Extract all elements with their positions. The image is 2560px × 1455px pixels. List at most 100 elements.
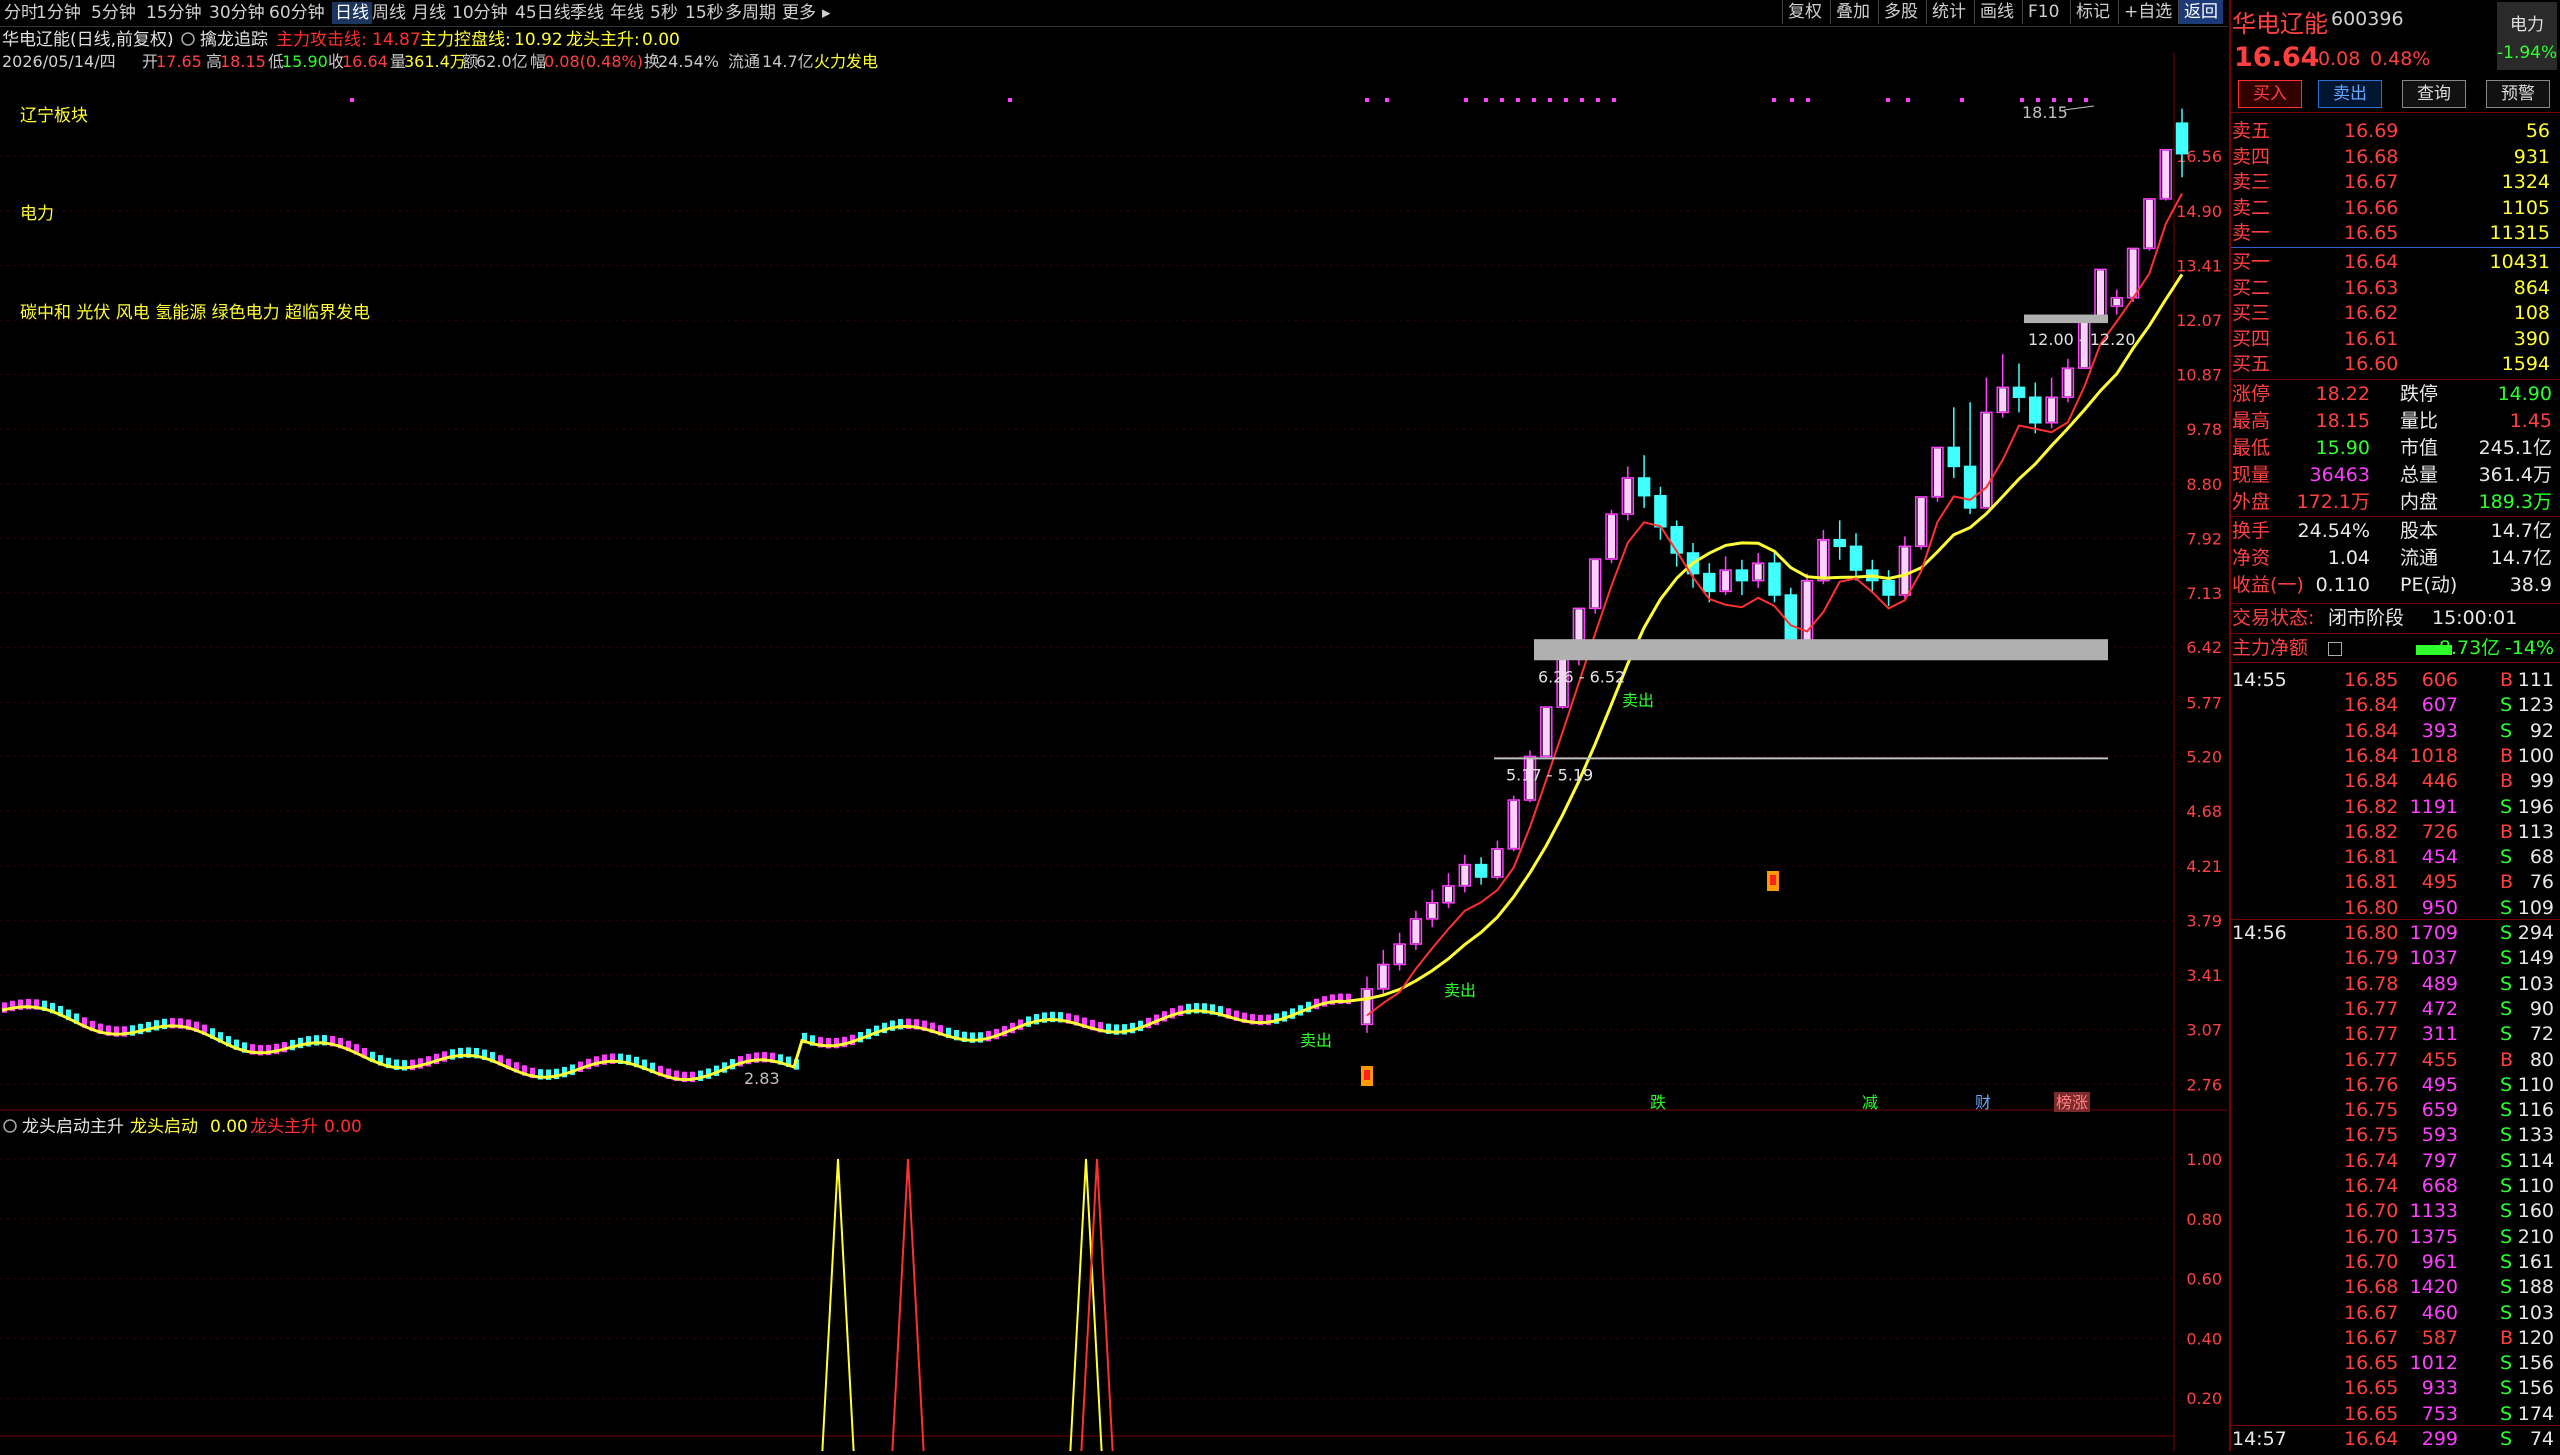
kline-chart-svg[interactable]: 华电辽能(日线,前复权) 擒龙追踪 主力攻击线: 14.87 主力控盘线: 10.92 龙头…	[0, 26, 2228, 1455]
toolbar-button-1[interactable]: 叠加	[1830, 0, 1875, 24]
period-tab-0[interactable]: 分时	[4, 2, 38, 24]
period-tab-15[interactable]: 多周期	[725, 2, 776, 24]
tick-row[interactable]: 16.76 495 S 110	[2232, 1073, 2556, 1098]
more-arrow-icon[interactable]: ▸	[822, 2, 831, 24]
toolbar-button-7[interactable]: +自选	[2118, 0, 2177, 24]
period-tab-1[interactable]: 1分钟	[36, 2, 81, 24]
tick-row[interactable]: 16.77 472 S 90	[2232, 997, 2556, 1022]
period-tab-14[interactable]: 15秒	[685, 2, 724, 24]
toolbar-button-5[interactable]: F10	[2022, 0, 2064, 24]
event-label: 财	[1975, 1093, 1991, 1112]
sell-button[interactable]: 卖出	[2318, 80, 2382, 108]
toolbar-button-3[interactable]: 统计	[1926, 0, 1971, 24]
period-tab-4[interactable]: 30分钟	[209, 2, 265, 24]
tick-row[interactable]: 16.78 489 S 103	[2232, 972, 2556, 997]
bid-row[interactable]: 买四 16.61 390	[2232, 327, 2556, 352]
stat-row[interactable]: 外盘 172.1万 内盘 189.3万	[2232, 490, 2556, 515]
net-flow-detail-icon[interactable]	[2328, 642, 2342, 656]
period-tab-8[interactable]: 月线	[412, 2, 446, 24]
tick-row[interactable]: 16.74 797 S 114	[2232, 1149, 2556, 1174]
trade-status-row[interactable]: 交易状态: 闭市阶段 15:00:01	[2232, 606, 2556, 631]
tick-row[interactable]: 16.81 495 B 76	[2232, 870, 2556, 895]
tick-volume: 797	[2421, 1149, 2458, 1172]
buy-button[interactable]: 买入	[2238, 80, 2302, 108]
period-tab-7[interactable]: 周线	[372, 2, 406, 24]
tick-row[interactable]: 16.80 950 S 109	[2232, 896, 2556, 921]
ask-row[interactable]: 卖四 16.68 931	[2232, 145, 2556, 170]
period-tab-2[interactable]: 5分钟	[91, 2, 136, 24]
tick-row[interactable]: 16.68 1420 S 188	[2232, 1275, 2556, 1300]
fund-row[interactable]: 净资 1.04 流通 14.7亿	[2232, 546, 2556, 571]
indicator-gear-icon[interactable]	[3, 1119, 17, 1133]
ask-row[interactable]: 卖一 16.65 11315	[2232, 221, 2556, 246]
period-tab-3[interactable]: 15分钟	[146, 2, 202, 24]
stat-row[interactable]: 最低 15.90 市值 245.1亿	[2232, 436, 2556, 461]
tick-count: 114	[2517, 1149, 2554, 1172]
tick-row[interactable]: 16.70 1375 S 210	[2232, 1225, 2556, 1250]
period-tab-5[interactable]: 60分钟	[269, 2, 325, 24]
tick-row[interactable]: 16.82 726 B 113	[2232, 820, 2556, 845]
bid-row[interactable]: 买三 16.62 108	[2232, 301, 2556, 326]
tick-row[interactable]: 16.74 668 S 110	[2232, 1174, 2556, 1199]
bid-row[interactable]: 买一 16.64 10431	[2232, 250, 2556, 275]
current-price: 16.64	[2234, 42, 2320, 73]
tick-count: 76	[2529, 871, 2554, 894]
tick-row[interactable]: 16.77 311 S 72	[2232, 1022, 2556, 1047]
fund-row[interactable]: 收益(一) 0.110 PE(动) 38.9	[2232, 573, 2556, 598]
tick-row[interactable]: 16.75 593 S 133	[2232, 1123, 2556, 1148]
tick-row[interactable]: 16.77 455 B 80	[2232, 1048, 2556, 1073]
chart-area[interactable]: 华电辽能(日线,前复权) 擒龙追踪 主力攻击线: 14.87 主力控盘线: 10.92 龙头…	[0, 26, 2228, 1455]
query-button[interactable]: 查询	[2402, 80, 2466, 108]
tick-row[interactable]: 16.79 1037 S 149	[2232, 946, 2556, 971]
period-tab-6[interactable]: 日线	[332, 2, 372, 24]
candle-body	[1784, 594, 1798, 642]
period-tab-13[interactable]: 5秒	[650, 2, 678, 24]
tick-row[interactable]: 16.84 1018 B 100	[2232, 744, 2556, 769]
tick-row[interactable]: 16.65 1012 S 156	[2232, 1351, 2556, 1376]
settings-gear-icon[interactable]	[181, 32, 195, 46]
toolbar-button-0[interactable]: 复权	[1782, 0, 1827, 24]
tick-row[interactable]: 16.84 446 B 99	[2232, 769, 2556, 794]
tick-row[interactable]: 14:56 16.80 1709 S 294	[2232, 921, 2556, 946]
tick-row[interactable]: 16.65 933 S 156	[2232, 1376, 2556, 1401]
toolbar-button-6[interactable]: 标记	[2070, 0, 2115, 24]
tick-row[interactable]: 14:55 16.85 606 B 111	[2232, 668, 2556, 693]
tick-row[interactable]: 16.75 659 S 116	[2232, 1098, 2556, 1123]
ask-row[interactable]: 卖三 16.67 1324	[2232, 170, 2556, 195]
stat-row[interactable]: 最高 18.15 量比 1.45	[2232, 409, 2556, 434]
tick-row[interactable]: 16.82 1191 S 196	[2232, 795, 2556, 820]
bid-row[interactable]: 买二 16.63 864	[2232, 276, 2556, 301]
period-tab-10[interactable]: 45日线	[515, 2, 571, 24]
net-flow-row[interactable]: 主力净额 -8.73亿 -14%	[2232, 636, 2556, 661]
tick-row[interactable]: 16.67 587 B 120	[2232, 1326, 2556, 1351]
tick-side: S	[2500, 1352, 2513, 1375]
alert-button[interactable]: 预警	[2486, 80, 2550, 108]
period-tab-11[interactable]: 季线	[570, 2, 604, 24]
toolbar-button-4[interactable]: 画线	[1974, 0, 2019, 24]
period-tab-12[interactable]: 年线	[610, 2, 644, 24]
period-tab-16[interactable]: 更多	[782, 2, 816, 24]
fund-row[interactable]: 换手 24.54% 股本 14.7亿	[2232, 519, 2556, 544]
info-line1-item: 主力攻击线:	[276, 30, 367, 50]
stat-row[interactable]: 涨停 18.22 跌停 14.90	[2232, 382, 2556, 407]
candle-body	[1963, 465, 1977, 509]
tick-row[interactable]: 16.81 454 S 68	[2232, 845, 2556, 870]
bid-row[interactable]: 买五 16.60 1594	[2232, 352, 2556, 377]
tick-row[interactable]: 16.70 1133 S 160	[2232, 1199, 2556, 1224]
toolbar-button-8[interactable]: 返回	[2178, 0, 2223, 24]
ask-row[interactable]: 卖五 16.69 56	[2232, 119, 2556, 144]
top-dot	[1532, 98, 1536, 102]
toolbar-button-2[interactable]: 多股	[1878, 0, 1923, 24]
tick-row[interactable]: 16.67 460 S 103	[2232, 1301, 2556, 1326]
tick-row[interactable]: 16.84 607 S 123	[2232, 693, 2556, 718]
tick-row[interactable]: 16.84 393 S 92	[2232, 719, 2556, 744]
tick-row[interactable]: 14:57 16.64 299 S 74	[2232, 1427, 2556, 1452]
sector-badge[interactable]: 电力 -1.94%	[2497, 2, 2557, 70]
period-tab-9[interactable]: 10分钟	[452, 2, 508, 24]
tick-row[interactable]: 16.65 753 S 174	[2232, 1402, 2556, 1427]
candle-body-fill	[1412, 919, 1420, 944]
tick-row[interactable]: 16.70 961 S 161	[2232, 1250, 2556, 1275]
stat-row[interactable]: 现量 36463 总量 361.4万	[2232, 463, 2556, 488]
info-line2-item: 361.4万	[404, 52, 466, 71]
ask-row[interactable]: 卖二 16.66 1105	[2232, 196, 2556, 221]
